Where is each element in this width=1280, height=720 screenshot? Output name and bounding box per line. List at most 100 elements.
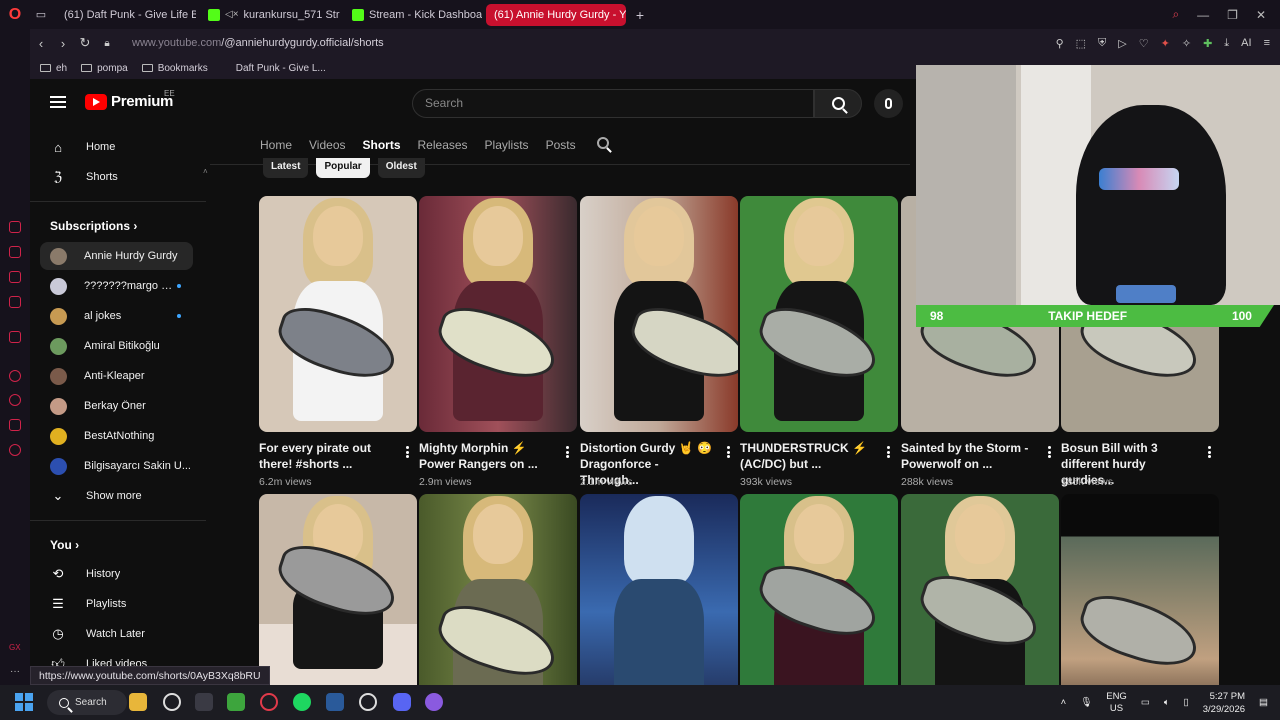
search-tabs-icon[interactable]: ⌕ <box>1172 7 1179 22</box>
short-card[interactable] <box>580 494 738 685</box>
short-thumbnail[interactable] <box>419 196 577 432</box>
short-card[interactable]: Distortion Gurdy 🤘 😳 Dragonforce - Throu… <box>580 196 738 488</box>
tab-kurankursu[interactable]: ◁× kurankursu_571 Stream <box>200 4 340 26</box>
download-icon[interactable]: ⤓ <box>1224 37 1229 50</box>
nav-history[interactable]: ⟲ History <box>40 560 193 588</box>
mic-tray-icon[interactable]: 🎙︎ <box>1080 697 1092 708</box>
minimize-button[interactable]: — <box>1197 8 1209 22</box>
snapshot-icon[interactable]: ⬚ <box>1076 37 1086 50</box>
opera-logo-icon[interactable]: O <box>0 0 30 29</box>
url-field[interactable]: www.youtube.com/@anniehurdygurdy.officia… <box>132 37 384 49</box>
shield-icon[interactable]: ⛨ <box>1098 37 1106 50</box>
menu-icon[interactable]: ≡ <box>1264 37 1270 50</box>
short-card[interactable] <box>419 494 577 685</box>
chip-oldest[interactable]: Oldest <box>377 158 425 178</box>
short-thumbnail[interactable] <box>901 494 1059 685</box>
short-thumbnail[interactable] <box>259 494 417 685</box>
search-button[interactable] <box>814 89 862 118</box>
short-card[interactable]: For every pirate out there! #shorts ... … <box>259 196 417 488</box>
tab-posts[interactable]: Posts <box>546 138 576 152</box>
chip-popular[interactable]: Popular <box>316 158 370 178</box>
short-card[interactable] <box>901 494 1059 685</box>
tab-playlists[interactable]: Playlists <box>485 138 529 152</box>
messenger-icon[interactable] <box>9 296 21 308</box>
tab-annie-hurdy-gurdy[interactable]: (61) Annie Hurdy Gurdy - Y <box>30 3 626 91</box>
hamburger-menu-icon[interactable] <box>50 96 66 108</box>
tab-videos[interactable]: Videos <box>309 138 345 152</box>
new-tab-button[interactable]: + <box>630 4 650 26</box>
subscriptions-heading[interactable]: Subscriptions › <box>50 219 137 233</box>
short-card[interactable] <box>259 494 417 685</box>
tab-kick-dashboard[interactable]: Stream - Kick Dashboard <box>344 4 482 26</box>
taskbar-search[interactable]: Search <box>47 690 127 715</box>
opera-gx-icon[interactable] <box>260 693 278 711</box>
obs-icon[interactable] <box>163 693 181 711</box>
short-card[interactable] <box>740 494 898 685</box>
mute-icon[interactable]: ◁× <box>225 9 239 21</box>
more-options-icon[interactable] <box>566 446 569 458</box>
channel-search-icon[interactable] <box>596 137 609 152</box>
language-indicator[interactable]: ENG US <box>1106 691 1127 715</box>
app-cube-icon[interactable] <box>195 693 213 711</box>
history-icon[interactable] <box>9 394 21 406</box>
volume-icon[interactable]: 🔈︎ <box>1164 697 1170 708</box>
more-options-icon[interactable] <box>727 446 730 458</box>
short-thumbnail[interactable] <box>1061 494 1219 685</box>
more-options-icon[interactable] <box>887 446 890 458</box>
sidebar-item-amiral[interactable]: Amiral Bitikoğlu <box>40 332 193 360</box>
back-icon[interactable]: ‹ <box>30 36 52 51</box>
maximize-button[interactable]: ❐ <box>1227 8 1238 22</box>
sidebar-item-berkay[interactable]: Berkay Öner <box>40 392 193 420</box>
chevron-up-icon[interactable]: ˄ <box>1061 697 1067 708</box>
tab-overview-icon[interactable]: ▭ <box>30 4 52 26</box>
minecraft-icon[interactable] <box>227 693 245 711</box>
puzzle-icon[interactable]: ✧ <box>1182 37 1191 50</box>
discord-icon[interactable] <box>393 693 411 711</box>
bookmark-daft-punk[interactable]: Daft Punk - Give L... <box>60 63 326 145</box>
short-thumbnail[interactable] <box>259 196 417 432</box>
close-button[interactable]: ✕ <box>1256 8 1266 22</box>
youtube-premium-logo[interactable]: Premium EE <box>85 89 175 110</box>
extensions-icon[interactable] <box>9 419 21 431</box>
short-thumbnail[interactable] <box>580 494 738 685</box>
nav-playlists[interactable]: ☰ Playlists <box>40 590 193 618</box>
more-options-icon[interactable] <box>406 446 409 458</box>
ai-button[interactable]: AI <box>1241 37 1251 50</box>
app-icon[interactable] <box>359 693 377 711</box>
more-options-icon[interactable] <box>1208 446 1211 458</box>
short-card[interactable]: THUNDERSTRUCK ⚡ (AC/DC) but ... 393k vie… <box>740 196 898 488</box>
show-more-button[interactable]: ⌄ Show more <box>40 482 193 510</box>
reload-icon[interactable]: ↻ <box>74 35 96 51</box>
more-options-icon[interactable] <box>1048 446 1051 458</box>
sidebar-item-bestatnothing[interactable]: BestAtNothing <box>40 422 193 450</box>
short-thumbnail[interactable] <box>740 494 898 685</box>
search-input[interactable]: Search <box>412 89 814 118</box>
extension-red-icon[interactable]: ✦ <box>1161 37 1170 50</box>
vpn-icon[interactable]: ✚ <box>1203 37 1212 50</box>
bookmark-folder-eh[interactable]: eh <box>40 63 67 74</box>
settings-icon[interactable] <box>9 444 21 456</box>
chip-latest[interactable]: Latest <box>263 158 309 178</box>
bookmark-folder-pompa[interactable]: pompa <box>81 63 128 74</box>
you-heading[interactable]: You › <box>50 538 79 552</box>
notification-icon[interactable]: ▤ <box>1259 697 1268 708</box>
app-purple-icon[interactable] <box>425 693 443 711</box>
spotify-icon[interactable] <box>293 693 311 711</box>
short-title[interactable]: For every pirate out there! #shorts ... <box>259 440 397 472</box>
more-icon[interactable]: ··· <box>10 666 20 677</box>
bookmark-folder-bookmarks[interactable]: Bookmarks <box>141 63 208 74</box>
short-title[interactable]: Sainted by the Storm - Powerwolf on ... <box>901 440 1039 472</box>
clock[interactable]: 5:27 PM 3/29/2026 <box>1203 690 1245 716</box>
short-card[interactable] <box>1061 494 1219 685</box>
tab-releases[interactable]: Releases <box>418 138 468 152</box>
play-icon[interactable]: ▷ <box>1118 37 1126 50</box>
ud-icon[interactable] <box>9 331 21 343</box>
nav-home[interactable]: ⌂ Home <box>40 133 193 161</box>
battery-icon[interactable]: ▯ <box>1184 697 1189 708</box>
short-thumbnail[interactable] <box>740 196 898 432</box>
sidebar-item-margo[interactable]: ???????margo pr... <box>40 272 193 300</box>
file-explorer-icon[interactable] <box>129 693 147 711</box>
forward-icon[interactable]: › <box>52 36 74 51</box>
aria-icon[interactable] <box>9 221 21 233</box>
short-title[interactable]: Mighty Morphin ⚡ Power Rangers on ... <box>419 440 557 472</box>
